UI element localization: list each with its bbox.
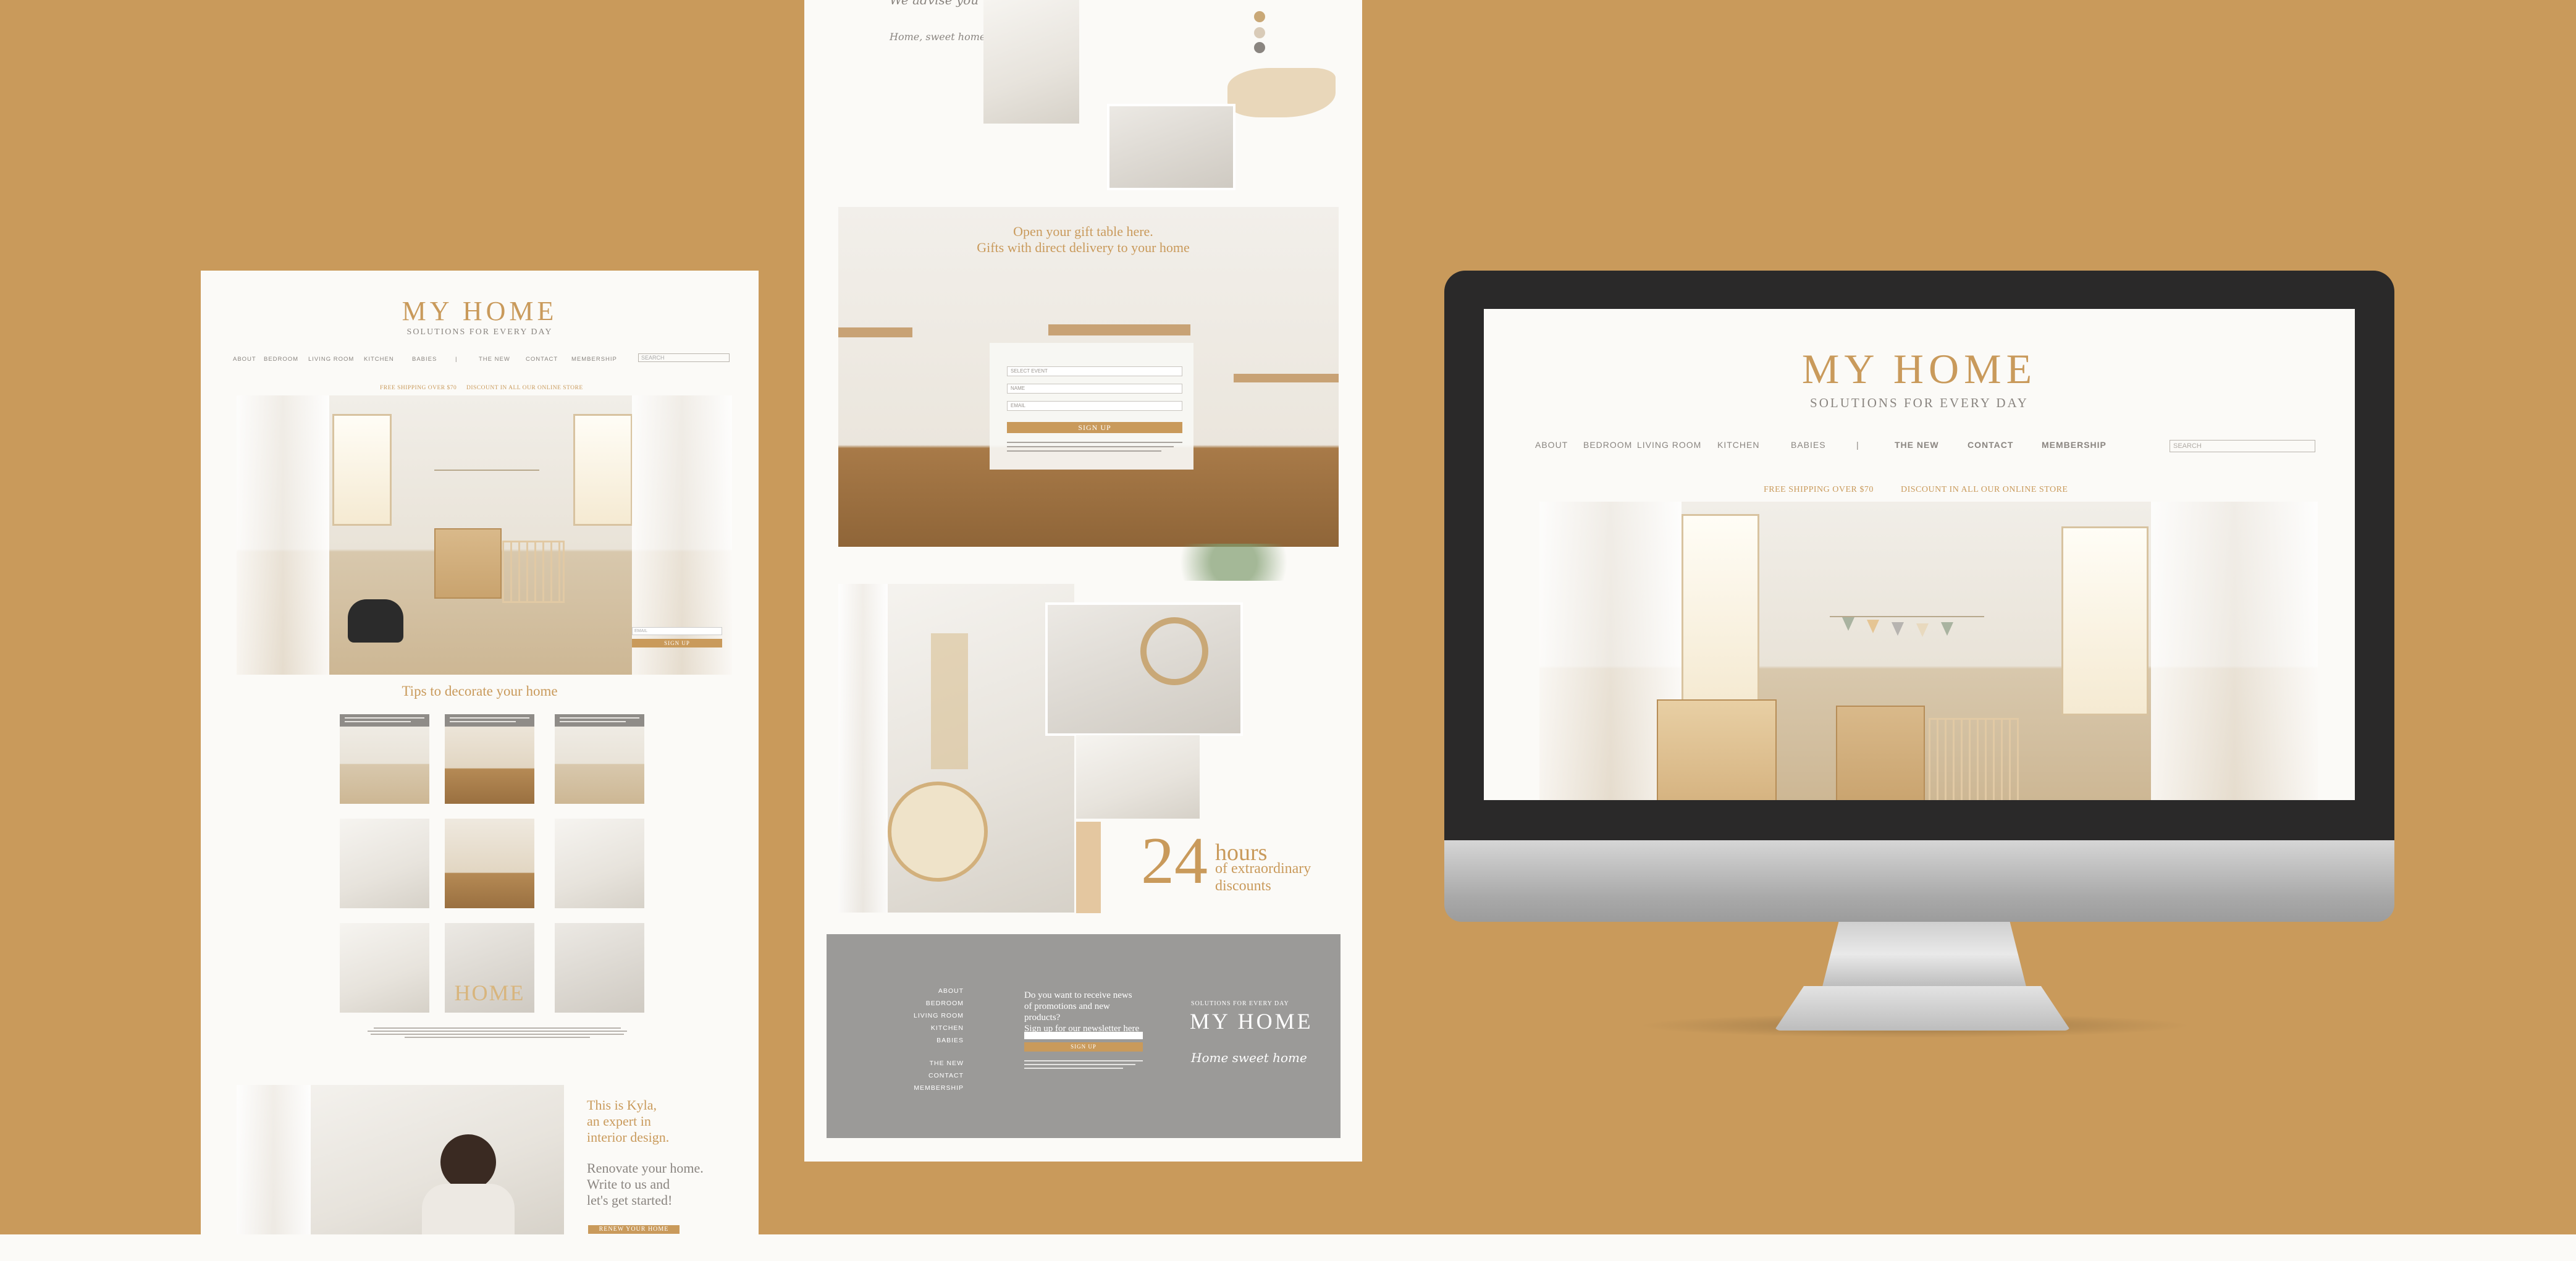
lounge-image <box>838 584 1074 913</box>
brand-title: MY HOME <box>402 296 558 326</box>
swatch-beige <box>1254 27 1265 38</box>
footer-link-living-room[interactable]: LIVING ROOM <box>890 1012 964 1019</box>
footer-link-bedroom[interactable]: BEDROOM <box>890 1000 964 1007</box>
screen-nav-living-room[interactable]: LIVING ROOM <box>1637 440 1701 450</box>
tip-tile[interactable] <box>340 714 429 804</box>
footer-link-kitchen[interactable]: KITCHEN <box>890 1024 964 1032</box>
promo-shipping: FREE SHIPPING OVER $70 <box>380 385 457 391</box>
kyla-photo <box>237 1085 564 1234</box>
kyla-intro: This is Kyla, an expert in interior desi… <box>587 1097 670 1145</box>
tip-tile[interactable] <box>445 714 534 804</box>
hero-email-field[interactable]: EMAIL <box>632 627 722 635</box>
tips-title: Tips to decorate your home <box>402 683 558 699</box>
screen-nav-kitchen[interactable]: KITCHEN <box>1717 440 1759 450</box>
footer-link-the-new[interactable]: THE NEW <box>890 1060 964 1067</box>
nav-about[interactable]: ABOUT <box>233 356 256 363</box>
hero-signup-button[interactable]: SIGN UP <box>632 639 722 647</box>
footer-tagline: SOLUTIONS FOR EVERY DAY <box>1191 1000 1289 1007</box>
paint-stroke <box>1227 68 1336 117</box>
screen-nav-contact[interactable]: CONTACT <box>1968 440 2013 450</box>
monitor-screen: MY HOME SOLUTIONS FOR EVERY DAY ABOUT BE… <box>1484 309 2355 800</box>
top-line: We advise you <box>890 0 979 7</box>
left-page-mockup: MY HOME SOLUTIONS FOR EVERY DAY ABOUT BE… <box>201 271 759 1234</box>
body-paragraph <box>368 1026 627 1040</box>
top-photo <box>983 0 1079 124</box>
footer: ABOUT BEDROOM LIVING ROOM KITCHEN BABIES… <box>827 934 1341 1138</box>
screen-nav-the-new[interactable]: THE NEW <box>1895 440 1939 450</box>
newsletter-email-input[interactable] <box>1024 1032 1143 1039</box>
gift-heading: Open your gift table here. Gifts with di… <box>977 224 1190 255</box>
nav-divider: | <box>455 356 458 363</box>
tip-tile[interactable]: HOME <box>445 923 534 1013</box>
tip-tile[interactable] <box>555 714 644 804</box>
center-page-mockup: We advise you Home, sweet home Open your… <box>804 0 1362 1162</box>
monitor-stand-foot <box>1774 986 2071 1031</box>
nav-membership[interactable]: MEMBERSHIP <box>571 356 617 363</box>
screen-brand-tagline: SOLUTIONS FOR EVERY DAY <box>1810 395 2029 410</box>
footer-brand: MY HOME <box>1190 1009 1313 1034</box>
footer-script: Home sweet home <box>1191 1050 1307 1065</box>
name-field[interactable]: NAME <box>1007 384 1182 394</box>
screen-nav-membership[interactable]: MEMBERSHIP <box>2042 440 2107 450</box>
newsletter-signup-button[interactable]: SIGN UP <box>1024 1042 1143 1052</box>
monitor-stand-neck <box>1822 922 2026 987</box>
screen-nav-babies[interactable]: BABIES <box>1791 440 1826 450</box>
wreath-image <box>1045 602 1243 736</box>
hours-number: 24 <box>1141 824 1208 898</box>
screen-nav-divider: | <box>1856 440 1859 450</box>
search-input[interactable]: SEARCH <box>638 353 730 362</box>
monitor-chin <box>1444 840 2394 922</box>
screen-brand-title: MY HOME <box>1801 345 2037 392</box>
screen-nav-about[interactable]: ABOUT <box>1535 440 1568 450</box>
kyla-call-to-action: Renovate your home. Write to us and let'… <box>587 1160 704 1208</box>
swatch-grey <box>1254 42 1265 53</box>
tip-tile[interactable] <box>555 923 644 1013</box>
nav-living-room[interactable]: LIVING ROOM <box>308 356 354 363</box>
eucalyptus-decor <box>1160 544 1308 581</box>
top-script: Home, sweet home <box>890 31 986 43</box>
shelf-image <box>1076 735 1200 819</box>
brand-tagline: SOLUTIONS FOR EVERY DAY <box>406 327 553 337</box>
nav-kitchen[interactable]: KITCHEN <box>364 356 394 363</box>
renew-home-button[interactable]: RENEW YOUR HOME <box>588 1225 680 1234</box>
footer-link-contact[interactable]: CONTACT <box>890 1072 964 1079</box>
select-event-field[interactable]: SELECT EVENT <box>1007 366 1182 376</box>
accent-bar <box>1076 822 1101 913</box>
gift-signup-button[interactable]: SIGN UP <box>1007 422 1182 433</box>
screen-hero-image <box>1539 502 2318 800</box>
nav-bedroom[interactable]: BEDROOM <box>264 356 298 363</box>
hero-image: EMAIL SIGN UP <box>237 395 732 675</box>
nav-babies[interactable]: BABIES <box>412 356 437 363</box>
hours-subtitle: of extraordinary discounts <box>1215 861 1311 894</box>
footer-link-babies[interactable]: BABIES <box>890 1037 964 1044</box>
newsletter-text: Do you want to receive news of promotion… <box>1024 990 1140 1034</box>
promo-discount: DISCOUNT IN ALL OUR ONLINE STORE <box>466 385 583 391</box>
screen-search-input[interactable]: SEARCH <box>2170 440 2315 452</box>
small-photo <box>1107 104 1235 190</box>
home-letters: HOME <box>454 981 525 1005</box>
screen-nav-bedroom[interactable]: BEDROOM <box>1583 440 1632 450</box>
form-fine-print <box>1007 439 1182 455</box>
gift-form: SELECT EVENT NAME EMAIL SIGN UP <box>990 343 1193 470</box>
screen-promo-shipping: FREE SHIPPING OVER $70 <box>1764 485 1874 494</box>
bottom-strip <box>0 1234 2576 1261</box>
email-field[interactable]: EMAIL <box>1007 401 1182 411</box>
tip-tile[interactable] <box>445 819 534 908</box>
footer-link-about[interactable]: ABOUT <box>890 987 964 995</box>
nav-contact[interactable]: CONTACT <box>526 356 558 363</box>
tip-tile[interactable] <box>340 819 429 908</box>
newsletter-fine-print <box>1024 1058 1143 1071</box>
footer-link-membership[interactable]: MEMBERSHIP <box>890 1084 964 1092</box>
screen-promo-discount: DISCOUNT IN ALL OUR ONLINE STORE <box>1901 485 2068 494</box>
swatch-gold <box>1254 11 1265 22</box>
tip-tile[interactable] <box>340 923 429 1013</box>
tip-tile[interactable] <box>555 819 644 908</box>
nav-the-new[interactable]: THE NEW <box>479 356 510 363</box>
